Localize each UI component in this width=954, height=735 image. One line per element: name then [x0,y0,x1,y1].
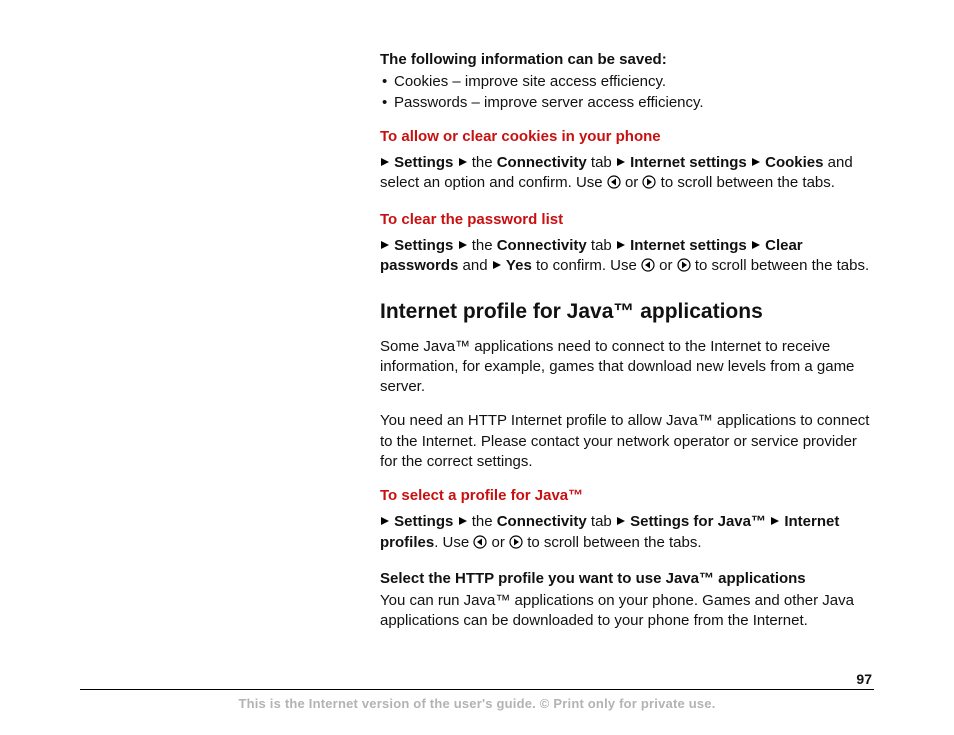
nav-right-icon [509,535,523,555]
nav-left-icon [607,175,621,195]
arrow-icon [751,236,761,256]
arrow-icon [751,153,761,173]
cookies-heading: To allow or clear cookies in your phone [380,127,874,147]
nav-cookies: Cookies [765,154,823,171]
nav-settings: Settings [394,237,453,254]
text: tab [587,237,616,254]
bullet-item: Passwords – improve server access effici… [394,93,874,113]
text: to scroll between the tabs. [656,174,834,191]
arrow-icon [458,236,468,256]
nav-right-icon [677,258,691,278]
nav-internet-settings: Internet settings [630,154,747,171]
arrow-icon [380,512,390,532]
java-p1: Some Java™ applications need to connect … [380,337,874,398]
arrow-icon [458,153,468,173]
text: the [468,513,497,530]
text: to scroll between the tabs. [691,257,869,274]
text: the [468,237,497,254]
cookies-nav: Settings the Connectivity tab Internet s… [380,153,874,196]
nav-connectivity: Connectivity [497,154,587,171]
text: . Use [434,534,473,551]
page-number: 97 [856,671,872,687]
nav-yes: Yes [506,257,532,274]
nav-settings-java: Settings for Java™ [630,513,766,530]
arrow-icon [616,512,626,532]
java-p2: You need an HTTP Internet profile to all… [380,411,874,472]
nav-settings: Settings [394,513,453,530]
arrow-icon [380,153,390,173]
nav-settings: Settings [394,154,453,171]
intro-bullets: Cookies – improve site access efficiency… [380,72,874,113]
passwords-nav: Settings the Connectivity tab Internet s… [380,236,874,279]
nav-connectivity: Connectivity [497,513,587,530]
http-profile-lead: Select the HTTP profile you want to use … [380,569,874,589]
footer-rule [80,689,874,690]
java-profile-nav: Settings the Connectivity tab Settings f… [380,512,874,555]
text: or [621,174,643,191]
intro-lead: The following information can be saved: [380,50,874,70]
arrow-icon [458,512,468,532]
text: to confirm. Use [532,257,641,274]
nav-left-icon [473,535,487,555]
nav-right-icon [642,175,656,195]
text: to scroll between the tabs. [523,534,701,551]
text: tab [587,154,616,171]
java-section-title: Internet profile for Java™ applications [380,298,874,326]
footer-text: This is the Internet version of the user… [0,696,954,711]
content-area: The following information can be saved: … [380,50,874,632]
http-profile-body: You can run Java™ applications on your p… [380,591,874,632]
text: the [468,154,497,171]
bullet-item: Cookies – improve site access efficiency… [394,72,874,92]
arrow-icon [616,236,626,256]
java-profile-heading: To select a profile for Java™ [380,486,874,506]
text: or [487,534,509,551]
arrow-icon [380,236,390,256]
page-container: The following information can be saved: … [0,0,954,735]
text: and [458,257,491,274]
nav-internet-settings: Internet settings [630,237,747,254]
passwords-heading: To clear the password list [380,210,874,230]
text: or [655,257,677,274]
arrow-icon [770,512,780,532]
arrow-icon [492,256,502,276]
text: tab [587,513,616,530]
nav-connectivity: Connectivity [497,237,587,254]
nav-left-icon [641,258,655,278]
arrow-icon [616,153,626,173]
footer: This is the Internet version of the user… [0,689,954,711]
